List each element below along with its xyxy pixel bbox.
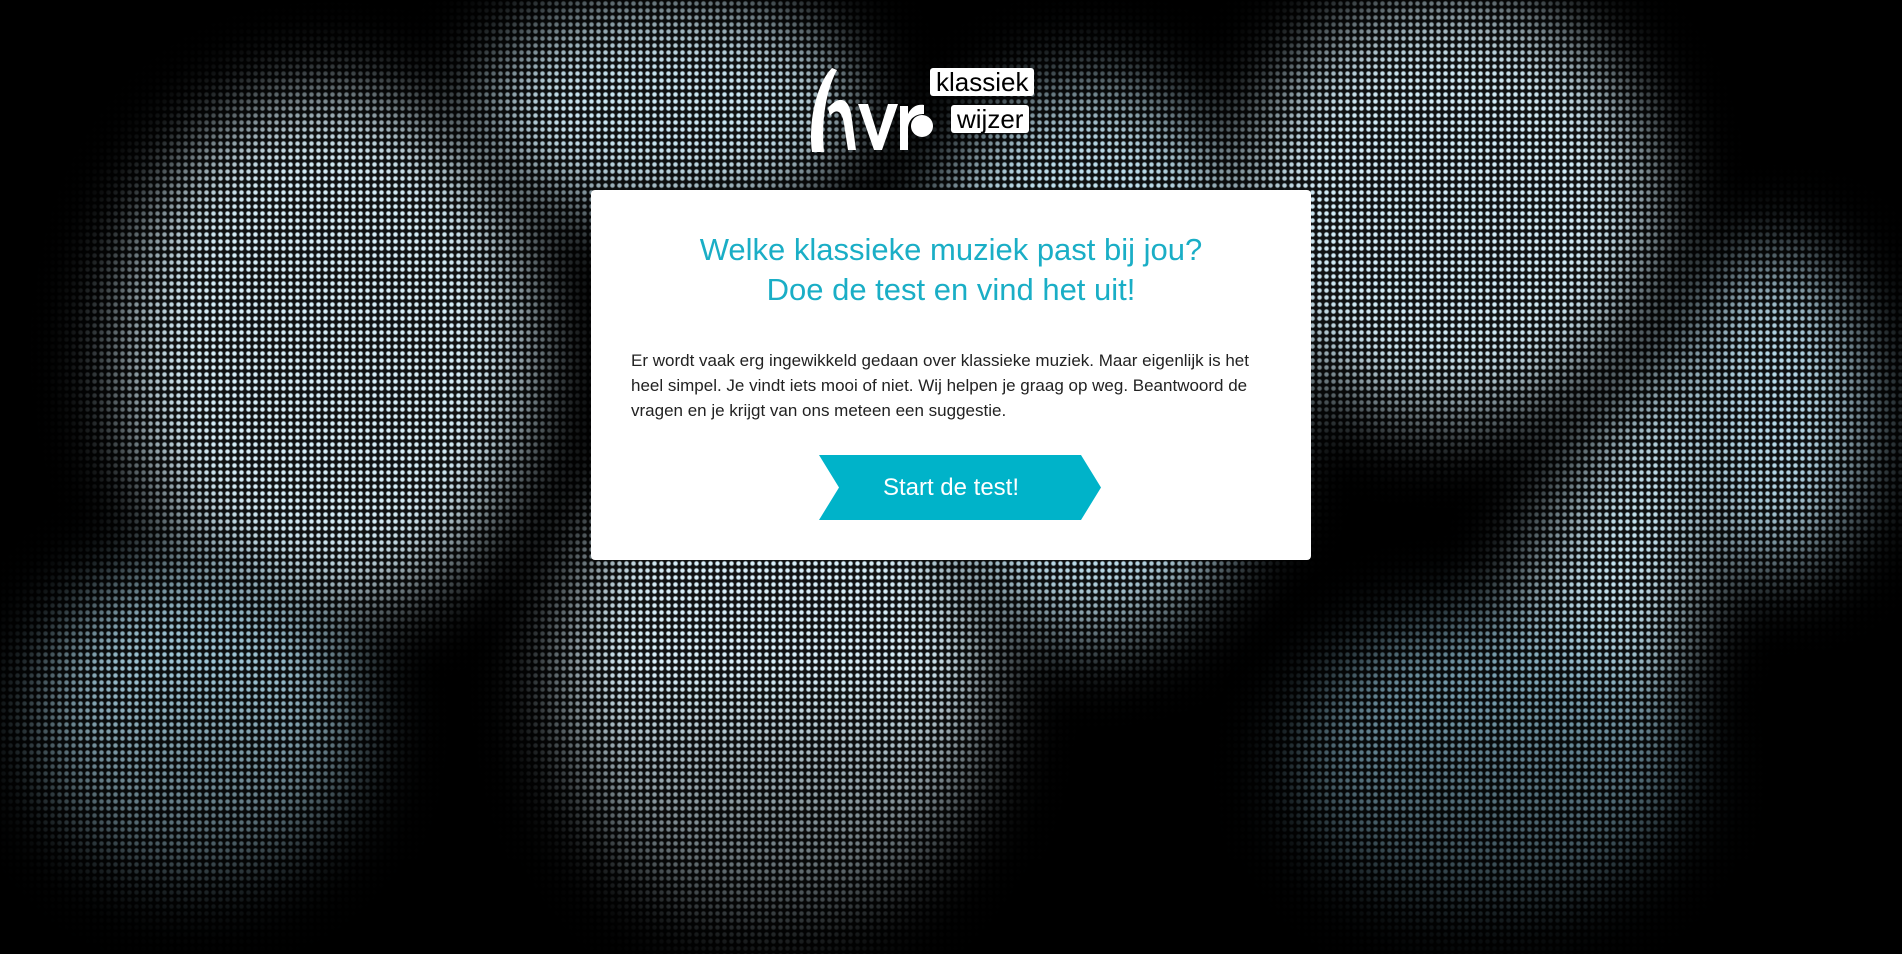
start-test-button[interactable]: Start de test! bbox=[819, 455, 1101, 520]
start-test-label: Start de test! bbox=[882, 474, 1020, 501]
klassiek-wijzer-logo[interactable]: klassiek wijzer bbox=[806, 64, 1056, 156]
intro-card: Welke klassieke muziek past bij jou? Doe… bbox=[591, 190, 1311, 560]
intro-body-text: Er wordt vaak erg ingewikkeld gedaan ove… bbox=[631, 351, 1249, 420]
intro-title-line2: Doe de test en vind het uit! bbox=[766, 272, 1136, 307]
logo-text-klassiek: klassiek bbox=[930, 68, 1035, 96]
logo-text-wijzer: wijzer bbox=[951, 105, 1030, 133]
intro-title: Welke klassieke muziek past bij jou? Doe… bbox=[631, 230, 1271, 310]
intro-title-line1: Welke klassieke muziek past bij jou? bbox=[699, 232, 1203, 267]
avro-logo-icon bbox=[810, 68, 933, 152]
